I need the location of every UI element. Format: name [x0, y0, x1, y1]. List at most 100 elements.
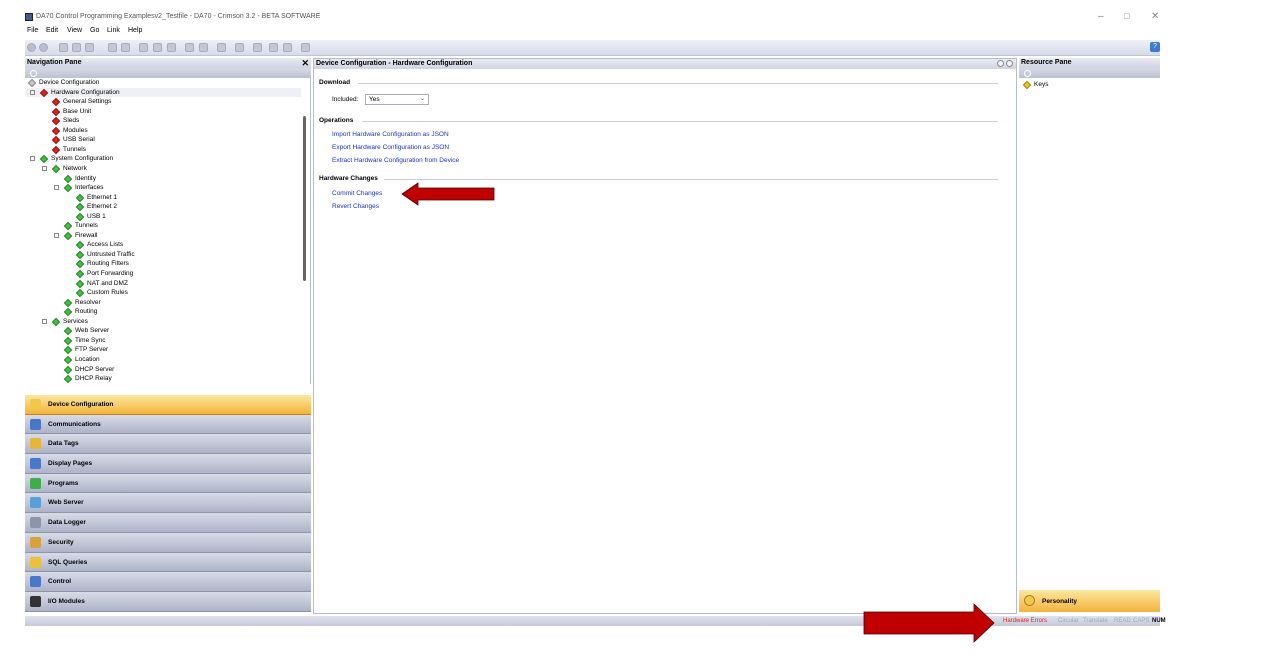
redo-icon[interactable]	[199, 43, 208, 52]
tree-item[interactable]: Untrusted Traffic	[25, 250, 301, 260]
collapse-icon[interactable]	[30, 156, 35, 162]
programs-icon	[30, 477, 41, 489]
tree-item[interactable]: NAT and DMZ	[25, 279, 301, 289]
search-icon	[30, 70, 37, 77]
tree-item[interactable]: General Settings	[25, 97, 301, 107]
save-icon[interactable]	[85, 43, 94, 52]
tree-item-label: Access Lists	[87, 241, 124, 249]
extract-from-device-link[interactable]: Extract Hardware Configuration from Devi…	[332, 157, 459, 164]
menu-view[interactable]: View	[67, 27, 82, 34]
tree-item[interactable]: Firewall	[25, 231, 301, 241]
tree-item[interactable]: Sleds	[25, 116, 301, 126]
help-icon[interactable]: ?	[1150, 42, 1160, 52]
category-programs[interactable]: Programs	[25, 473, 311, 494]
link-icon[interactable]	[235, 43, 244, 52]
tree-item[interactable]: DHCP Relay	[25, 374, 301, 384]
undo-icon[interactable]	[185, 43, 194, 52]
green-diamond-icon	[63, 327, 73, 336]
tree-item[interactable]: Resolver	[25, 298, 301, 308]
resource-search-bar[interactable]	[1019, 68, 1160, 78]
tree-item[interactable]: Device Configuration	[25, 78, 301, 88]
collapse-icon[interactable]	[54, 232, 59, 238]
export-json-link[interactable]: Export Hardware Configuration as JSON	[332, 144, 449, 151]
category-sql-queries[interactable]: SQL Queries	[25, 552, 311, 573]
menu-link[interactable]: Link	[107, 27, 120, 34]
category-security[interactable]: Security	[25, 532, 311, 553]
tree-item[interactable]: Modules	[25, 126, 301, 136]
tool-icon[interactable]	[283, 43, 292, 52]
close-button[interactable]: ✕	[1151, 11, 1159, 22]
tree-item[interactable]: Location	[25, 355, 301, 365]
menu-help[interactable]: Help	[128, 27, 142, 34]
tree-item[interactable]: Routing Filters	[25, 259, 301, 269]
commit-changes-link[interactable]: Commit Changes	[332, 190, 382, 197]
category-web-server[interactable]: Web Server	[25, 493, 311, 514]
navigation-search-bar[interactable]	[25, 68, 311, 78]
tree-item[interactable]: System Configuration	[25, 154, 301, 164]
category-control[interactable]: Control	[25, 572, 311, 592]
revert-changes-link[interactable]: Revert Changes	[332, 203, 379, 210]
import-json-link[interactable]: Import Hardware Configuration as JSON	[332, 131, 449, 138]
menu-go[interactable]: Go	[90, 27, 99, 34]
included-select[interactable]: Yes ⌄	[365, 94, 429, 105]
tree-item[interactable]: Time Sync	[25, 336, 301, 346]
category-display-pages[interactable]: Display Pages	[25, 454, 311, 474]
tree-item[interactable]: Interfaces	[25, 183, 301, 193]
history-back-icon[interactable]	[997, 60, 1004, 67]
tree-item[interactable]: Services	[25, 317, 301, 327]
category-data-logger[interactable]: Data Logger	[25, 513, 311, 533]
category-device-config[interactable]: Device Configuration	[25, 395, 311, 415]
pointer-icon[interactable]	[253, 43, 262, 52]
status-hardware-errors[interactable]: Hardware Errors	[1003, 618, 1047, 624]
find-icon[interactable]	[217, 43, 226, 52]
open-file-icon[interactable]	[72, 43, 81, 52]
tree-scrollbar[interactable]	[303, 116, 306, 281]
collapse-icon[interactable]	[54, 185, 59, 191]
forward-icon[interactable]	[39, 43, 48, 52]
tree-item[interactable]: Access Lists	[25, 240, 301, 250]
copy-icon[interactable]	[153, 43, 162, 52]
tree-item[interactable]: Network	[25, 164, 301, 174]
refresh-icon[interactable]	[269, 43, 278, 52]
tree-item[interactable]: FTP Server	[25, 345, 301, 355]
tree-item[interactable]: Custom Rules	[25, 288, 301, 298]
collapse-icon[interactable]	[42, 318, 47, 324]
navigation-pane: Navigation Pane ✕ Device Configuration Ha…	[25, 58, 311, 614]
paste-icon[interactable]	[167, 43, 176, 52]
menu-file[interactable]: File	[27, 27, 38, 34]
tree-item[interactable]: Identity	[25, 174, 301, 184]
back-icon[interactable]	[27, 43, 36, 52]
status-num: NUM	[1152, 618, 1166, 624]
tree-item[interactable]: Ethernet 1	[25, 193, 301, 203]
green-diamond-icon	[63, 336, 73, 346]
download-icon[interactable]	[108, 43, 117, 52]
menu-edit[interactable]: Edit	[46, 27, 58, 34]
tree-item[interactable]: Tunnels	[25, 145, 301, 155]
tree-item[interactable]: Base Unit	[25, 107, 301, 117]
category-communications[interactable]: Communications	[25, 414, 311, 435]
sql-queries-icon	[30, 556, 41, 568]
collapse-icon[interactable]	[30, 89, 35, 95]
category-io-modules[interactable]: I/O Modules	[25, 591, 311, 612]
close-icon[interactable]: ✕	[301, 58, 309, 68]
new-file-icon[interactable]	[59, 43, 68, 52]
maximize-button[interactable]: □	[1124, 11, 1129, 21]
wand-icon[interactable]	[301, 43, 310, 52]
tree-item[interactable]: USB 1	[25, 212, 301, 222]
tree-item[interactable]: USB Serial	[25, 135, 301, 145]
tree-item[interactable]: DHCP Server	[25, 365, 301, 375]
cut-icon[interactable]	[139, 43, 148, 52]
upload-icon[interactable]	[121, 43, 130, 52]
tree-item[interactable]: Ethernet 2	[25, 202, 301, 212]
tree-item[interactable]: Routing	[25, 307, 301, 317]
search-icon	[1024, 70, 1031, 77]
collapse-icon[interactable]	[42, 165, 47, 171]
tree-item[interactable]: Hardware Configuration	[25, 87, 301, 98]
category-data-tags[interactable]: Data Tags	[25, 434, 311, 455]
tree-item[interactable]: Tunnels	[25, 221, 301, 231]
tree-item[interactable]: Web Server	[25, 326, 301, 336]
history-forward-icon[interactable]	[1006, 60, 1013, 67]
minimize-button[interactable]: –	[1098, 11, 1104, 22]
tree-item[interactable]: Port Forwarding	[25, 269, 301, 279]
personality-button[interactable]: Personality	[1019, 590, 1160, 612]
